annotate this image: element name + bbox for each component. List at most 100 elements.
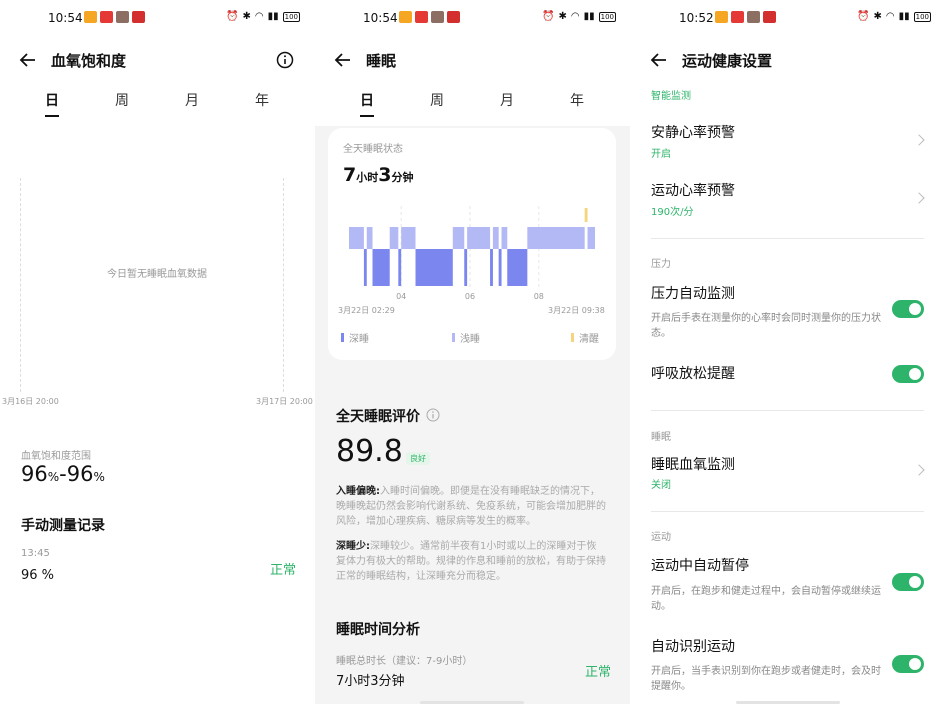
sleep-screen: 10:54 ⏰ ✱ ◠ ▮▮ 100 睡眠 日 周 月 年 全天睡眠状态 7小时… [315,0,630,704]
period-tabs: 日 周 月 年 [315,90,630,120]
chevron-right-icon[interactable] [913,134,925,146]
sleep-stage-chart: 04 06 08 [349,206,595,301]
chart-x-start: 3月16日 20:00 [2,397,59,406]
avatar-app-icon [116,11,129,23]
pressure-auto-toggle[interactable] [892,300,924,318]
duration-hours-unit: 小时 [356,171,379,184]
auto-detect-desc: 开启后，当手表识别到你在跑步或者健走时，会及时提醒你。 [651,666,881,692]
status-time: 10:54 [363,11,398,25]
alarm-icon: ⏰ [226,11,239,22]
range-high: 96 [66,462,94,486]
weibo-icon [84,11,97,23]
chevron-right-icon[interactable] [913,464,925,476]
legend-light: 浅睡 [452,330,480,345]
range-unit: % [47,470,60,484]
duration-hours: 7 [343,164,357,186]
sleep-segment-deep [372,249,390,286]
tab-month[interactable]: 月 [185,90,199,110]
analysis-title: 睡眠时间分析 [336,622,420,638]
sleep-segment-light [587,227,595,249]
info-icon[interactable] [276,51,294,69]
divider [651,238,924,239]
sleep-segment-light [527,227,585,249]
wifi-icon: ◠ [254,11,264,22]
section-pressure: 压力 [651,259,671,270]
partial-item-sub: 智能监测 [651,91,691,102]
alarm-icon: ⏰ [542,11,555,22]
auto-detect-toggle[interactable] [892,655,924,673]
page-title: 血氧饱和度 [51,52,127,70]
x-tick-label: 08 [534,292,544,301]
sleep-spo2-title[interactable]: 睡眠血氧监测 [651,454,735,474]
sleep-score: 89.8 [336,434,403,469]
status-bar: 10:54 ⏰ ✱ ◠ ▮▮ 100 [315,0,630,36]
sleep-segment-awake [584,208,588,222]
signal-icon: ▮▮ [267,11,279,22]
tab-month[interactable]: 月 [500,90,514,110]
wifi-icon: ◠ [885,11,895,22]
rest-hr-sub: 开启 [651,149,671,160]
tab-day[interactable]: 日 [45,90,59,110]
bluetooth-icon: ✱ [558,11,567,22]
chevron-right-icon[interactable] [913,192,925,204]
tab-week[interactable]: 周 [115,90,129,110]
app-icon [132,11,145,23]
manual-record-title: 手动测量记录 [21,518,105,534]
status-bar: 10:54 ⏰ ✱ ◠ ▮▮ 100 [0,0,314,36]
news-icon [415,11,428,23]
page-title: 睡眠 [366,52,397,70]
sleep-segment-deep [507,249,528,286]
evaluation-title: 全天睡眠评价 [336,409,420,425]
tab-day[interactable]: 日 [360,90,374,110]
legend-awake: 清醒 [571,330,599,345]
tab-week[interactable]: 周 [430,90,444,110]
legend-awake-label: 清醒 [579,334,599,345]
sleep-segment-deep [464,249,468,286]
back-arrow-icon[interactable] [333,50,353,70]
weibo-icon [715,11,728,23]
evaluation-paragraph-1: 入睡偏晚:入睡时间偏晚。即便是在没有睡眠缺乏的情况下，晚睡晚起仍然会影响代谢系统… [336,484,606,529]
bluetooth-icon: ✱ [873,11,882,22]
notification-icons [399,11,460,23]
auto-detect-title: 自动识别运动 [651,639,735,655]
legend-swatch [571,333,574,342]
legend-light-label: 浅睡 [460,334,480,345]
sleep-segment-light [366,227,373,249]
chart-x-end: 3月22日 09:38 [548,306,605,315]
sleep-segment-deep [498,249,502,286]
sleep-duration: 7小时3分钟 [343,164,413,186]
paragraph-head: 深睡少: [336,541,370,552]
news-icon [100,11,113,23]
info-icon[interactable] [426,408,440,422]
back-arrow-icon[interactable] [18,50,38,70]
relax-toggle[interactable] [892,365,924,383]
range-low: 96 [21,462,48,486]
period-tabs: 日 周 月 年 [0,90,314,120]
status-time: 10:52 [679,11,714,25]
range-label: 血氧饱和度范围 [21,451,91,462]
health-settings-screen: 10:52 ⏰ ✱ ◠ ▮▮ 100 运动健康设置 智能监测 安静心率预警 开启… [631,0,945,704]
rest-hr-title[interactable]: 安静心率预警 [651,122,735,142]
legend-swatch [341,333,344,342]
tab-indicator [45,115,59,117]
duration-minutes: 3 [378,164,392,186]
sleep-segment-deep [415,249,453,286]
signal-icon: ▮▮ [583,11,595,22]
wifi-icon: ◠ [570,11,580,22]
tab-year[interactable]: 年 [570,90,584,110]
auto-pause-toggle[interactable] [892,573,924,591]
sleep-segment-light [452,227,465,249]
sleep-segment-deep [398,249,402,286]
status-indicators: ⏰ ✱ ◠ ▮▮ 100 [857,11,931,22]
spo2-screen: 10:54 ⏰ ✱ ◠ ▮▮ 100 血氧饱和度 日 周 月 年 今日暂无睡眠血… [0,0,314,704]
tab-year[interactable]: 年 [255,90,269,110]
sleep-segment-light [467,227,491,249]
back-arrow-icon[interactable] [649,50,669,70]
sport-hr-title[interactable]: 运动心率预警 [651,180,735,200]
relax-title: 呼吸放松提醒 [651,366,735,382]
total-duration-label: 睡眠总时长（建议：7-9小时） [336,656,473,667]
pressure-auto-desc: 开启后手表在测量你的心率时会同时测量你的压力状态。 [651,313,881,339]
record-status: 正常 [270,563,297,578]
x-tick-label: 04 [396,292,406,301]
sleep-segment-light [389,227,399,249]
